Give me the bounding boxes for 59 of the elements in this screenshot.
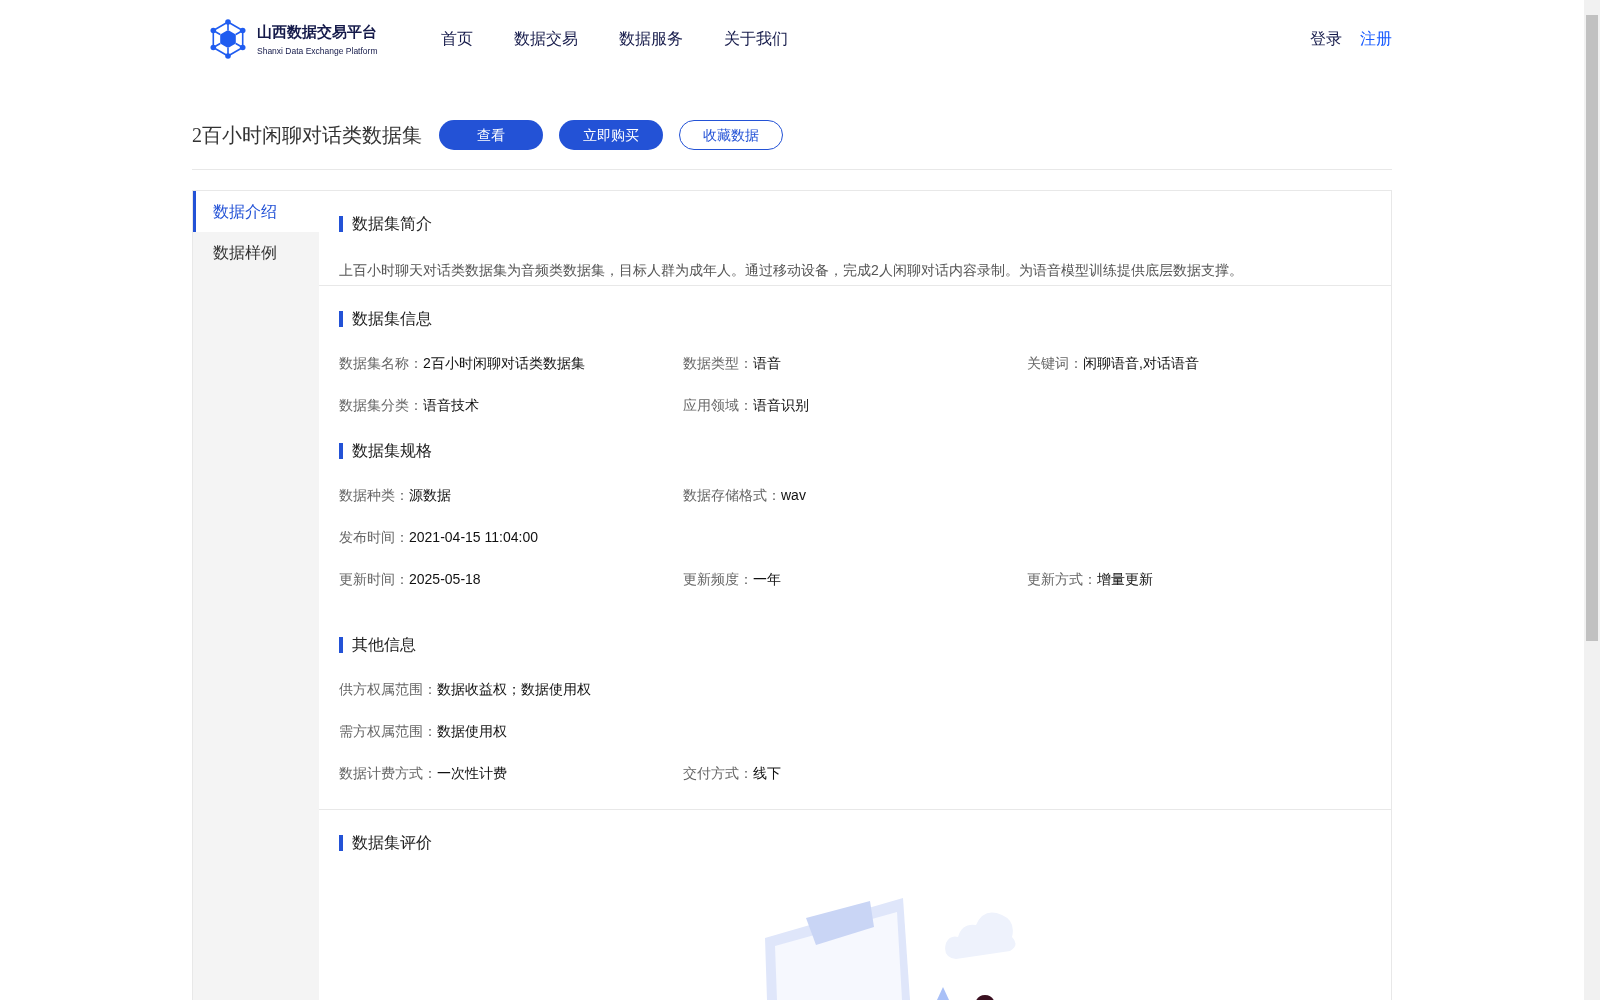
field-label: 发布时间： [339,528,409,547]
logo-title: 山西数据交易平台 [257,22,378,41]
section-heading: 数据集规格 [352,441,432,461]
accent-bar-icon [339,443,343,459]
field-label: 需方权属范围： [339,722,437,741]
field-label: 数据集分类： [339,396,423,415]
nav-link[interactable]: 数据服务 [619,28,683,50]
view-button[interactable]: 查看 [439,120,543,150]
logo-subtitle: Shanxi Data Exchange Platform [257,45,378,56]
field-label: 数据集名称： [339,354,423,373]
login-link[interactable]: 登录 [1310,28,1342,50]
field-value: 2百小时闲聊对话类数据集 [423,354,585,373]
nav-link[interactable]: 数据交易 [514,28,578,50]
field-label: 更新方式： [1027,570,1097,589]
field-value: 一年 [753,570,781,589]
section-heading: 数据集信息 [352,309,432,329]
sidebar-tab[interactable]: 数据介绍 [193,191,319,232]
field-value: 语音识别 [753,396,809,415]
favorite-button[interactable]: 收藏数据 [679,120,783,150]
field-label: 数据存储格式： [683,486,781,505]
field-value: 语音 [753,354,781,373]
section-heading: 其他信息 [352,635,416,655]
field-label: 更新时间： [339,570,409,589]
register-link[interactable]: 注册 [1360,28,1392,50]
field-value: 线下 [753,764,781,783]
field-value: 一次性计费 [437,764,507,783]
field-label: 更新频度： [683,570,753,589]
nav-link[interactable]: 首页 [441,28,473,50]
field-value: 源数据 [409,486,451,505]
field-value: 增量更新 [1097,570,1153,589]
triangle-drawing [937,987,949,1000]
field-label: 数据计费方式： [339,764,437,783]
field-value: 语音技术 [423,396,479,415]
logo-icon[interactable] [210,19,246,59]
field-label: 供方权属范围： [339,680,437,699]
field-value: 数据收益权；数据使用权 [437,680,591,699]
field-label: 应用领域： [683,396,753,415]
section-heading: 数据集评价 [352,833,432,853]
dataset-title: 2百小时闲聊对话类数据集 [192,123,422,148]
field-value: 2021-04-15 11:04:00 [409,528,538,547]
accent-bar-icon [339,835,343,851]
field-value: 闲聊语音,对话语音 [1083,354,1199,373]
sidebar-tab[interactable]: 数据样例 [193,232,319,273]
field-value: 数据使用权 [437,722,507,741]
field-value: wav [781,486,806,505]
field-label: 数据类型： [683,354,753,373]
field-label: 交付方式： [683,764,753,783]
accent-bar-icon [339,637,343,653]
accent-bar-icon [339,216,343,232]
description-text: 上百小时聊天对话类数据集为音频类数据集，目标人群为成年人。通过移动设备，完成2人闲聊对话内容录制。为语音模型训练提供底层数据支撑。 [339,261,1244,280]
accent-bar-icon [339,311,343,327]
field-label: 数据种类： [339,486,409,505]
section-heading: 数据集简介 [352,214,432,234]
field-label: 关键词： [1027,354,1083,373]
field-value: 2025-05-18 [409,570,481,589]
scrollbar-thumb[interactable] [1586,15,1598,641]
buy-button[interactable]: 立即购买 [559,120,663,150]
nav-link[interactable]: 关于我们 [724,28,788,50]
circle-drawing [976,994,994,1000]
